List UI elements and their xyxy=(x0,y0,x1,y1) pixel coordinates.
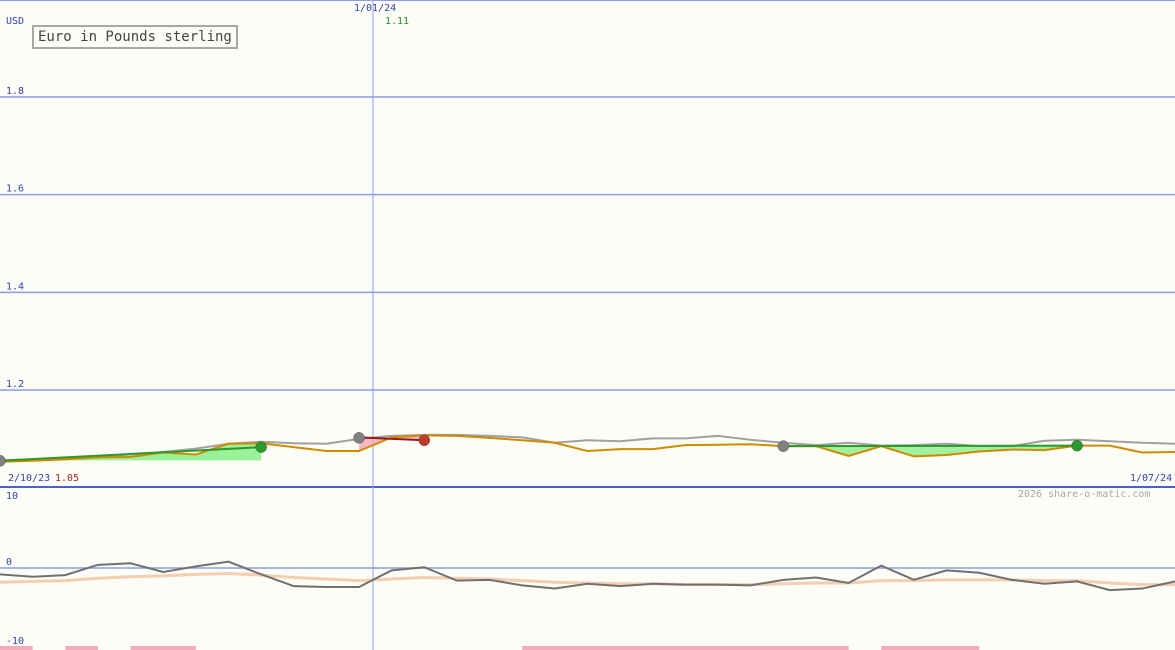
price-chart: 1.8 1.6 1.4 1.2 10 0 -10 xyxy=(0,0,1175,650)
copyright-label: 2026 share-o-matic.com xyxy=(1018,489,1151,500)
end-date-label: 1/07/24 xyxy=(1130,473,1173,484)
y-tick-label: 1.2 xyxy=(6,379,24,390)
sell-signal-marker xyxy=(418,434,431,447)
start-date-label: 2/10/23 xyxy=(8,473,51,484)
marker-value-label: 1.11 xyxy=(385,16,410,27)
neutral-signal-marker xyxy=(777,440,790,452)
histogram-block xyxy=(65,646,98,650)
histogram-block xyxy=(881,646,980,650)
neutral-signal-marker xyxy=(353,432,365,444)
neutral-signal-marker xyxy=(0,455,6,467)
indicator-tick-label: 10 xyxy=(6,491,18,502)
y-tick-label: 1.4 xyxy=(6,281,24,292)
y-tick-label: 1.8 xyxy=(6,86,24,97)
y-tick-label: 1.6 xyxy=(6,184,24,195)
indicator-tick-label: -10 xyxy=(6,636,24,647)
indicator-tick-label: 0 xyxy=(6,557,12,568)
buy-signal-marker xyxy=(1071,439,1083,452)
histogram-block xyxy=(522,646,686,650)
chart-stage: 1.8 1.6 1.4 1.2 10 0 -10 Euro in Pounds sterli… xyxy=(0,0,1175,650)
marker-date-label: 1/01/24 xyxy=(354,3,397,14)
histogram-block xyxy=(130,646,196,650)
histogram-block xyxy=(685,646,849,650)
currency-label: USD xyxy=(6,16,25,27)
start-value-label: 1.05 xyxy=(55,473,80,484)
buy-signal-marker xyxy=(255,441,267,453)
histogram-block xyxy=(0,646,33,650)
chart-title: Euro in Pounds sterling xyxy=(32,25,238,49)
